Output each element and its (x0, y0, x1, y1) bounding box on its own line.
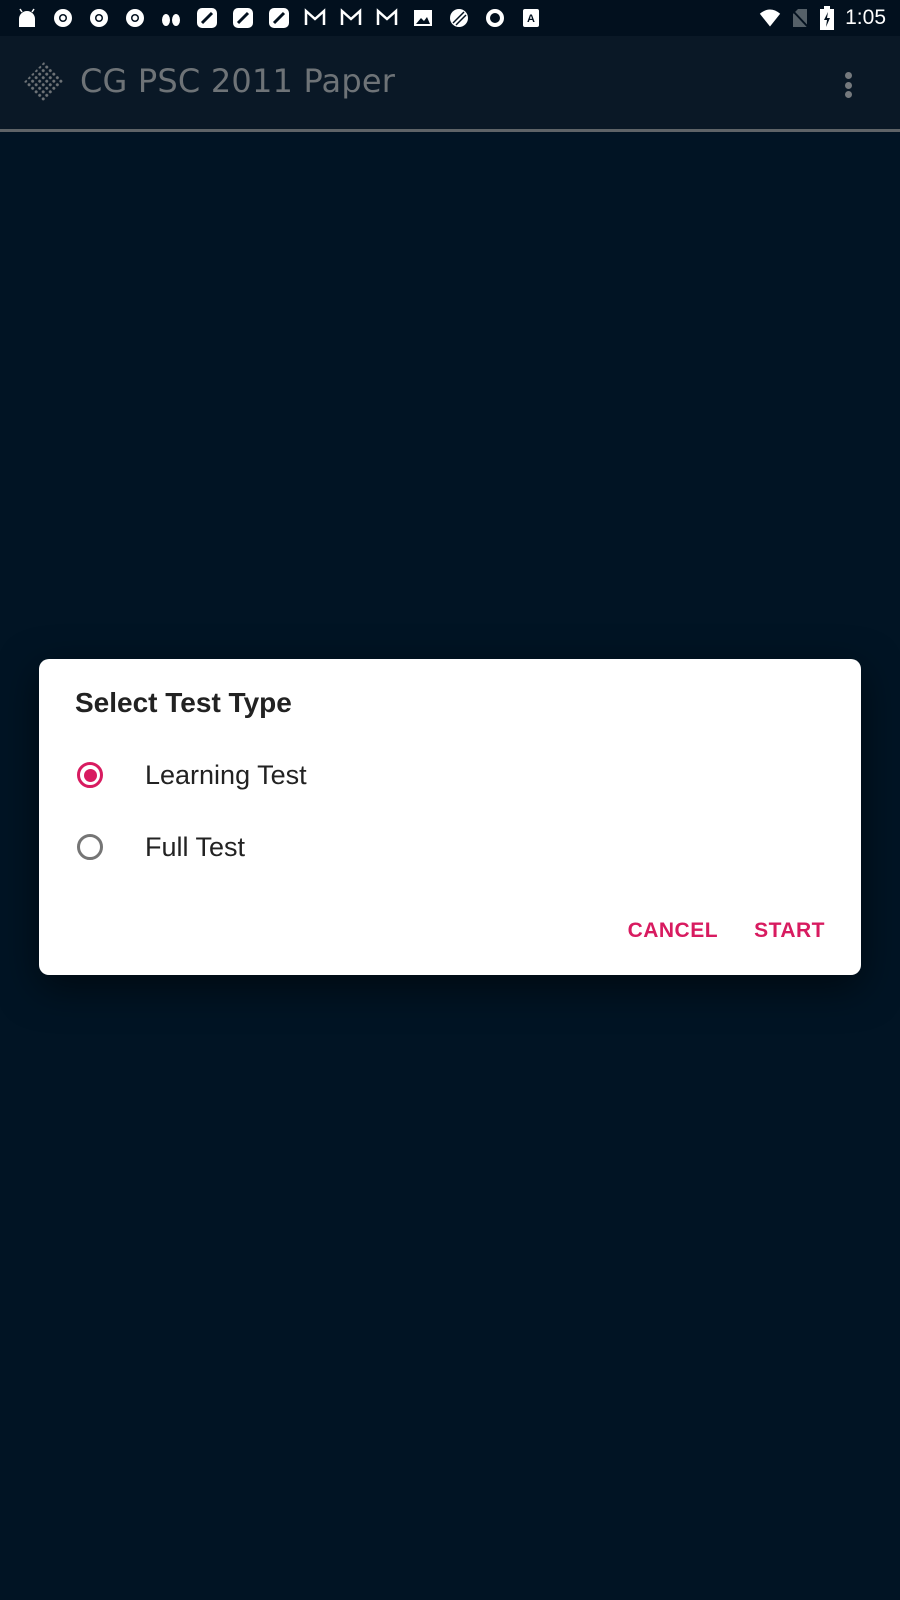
more-vert-icon (844, 72, 852, 79)
quickedit-icon (232, 7, 254, 29)
ring-app-icon (484, 7, 506, 29)
android-icon (16, 7, 38, 29)
chrome-icon (52, 7, 74, 29)
gmail-icon (304, 7, 326, 29)
wifi-icon (759, 7, 781, 29)
image-icon (412, 7, 434, 29)
radio-unchecked-icon[interactable] (77, 834, 103, 860)
gmail-icon (340, 7, 362, 29)
dialog-title: Select Test Type (75, 687, 292, 718)
app-title: CG PSC 2011 Paper (80, 62, 396, 100)
chrome-icon (124, 7, 146, 29)
option-full-test[interactable]: Full Test (75, 819, 815, 875)
more-options-button[interactable] (840, 68, 856, 102)
dialog-actions: CANCEL START (628, 915, 825, 947)
chrome-icon (88, 7, 110, 29)
app-bar: CG PSC 2011 Paper (0, 36, 900, 132)
notification-icons: A (16, 7, 556, 29)
more-vert-icon-dot (844, 81, 852, 89)
option-label: Full Test (145, 831, 246, 862)
option-learning-test[interactable]: Learning Test (75, 747, 815, 803)
diamond-grid-logo-icon (22, 60, 66, 104)
svg-text:A: A (527, 13, 535, 25)
gmail-icon (376, 7, 398, 29)
cancel-button[interactable]: CANCEL (628, 915, 719, 947)
quickedit-icon (196, 7, 218, 29)
status-bar: A 1:05 (0, 0, 900, 36)
striped-ball-icon (448, 7, 470, 29)
battery-charging-icon (819, 6, 835, 30)
more-vert-icon-dot (844, 91, 852, 98)
select-test-type-dialog: Select Test Type Learning Test Full Test… (39, 659, 861, 975)
quickedit-icon (268, 7, 290, 29)
start-button[interactable]: START (754, 915, 825, 947)
clock: 1:05 (845, 6, 886, 29)
option-label: Learning Test (145, 759, 307, 790)
font-app-icon: A (520, 7, 542, 29)
radio-checked-icon[interactable] (77, 762, 103, 788)
butterfly-icon (160, 7, 182, 29)
no-sim-icon (789, 7, 811, 29)
